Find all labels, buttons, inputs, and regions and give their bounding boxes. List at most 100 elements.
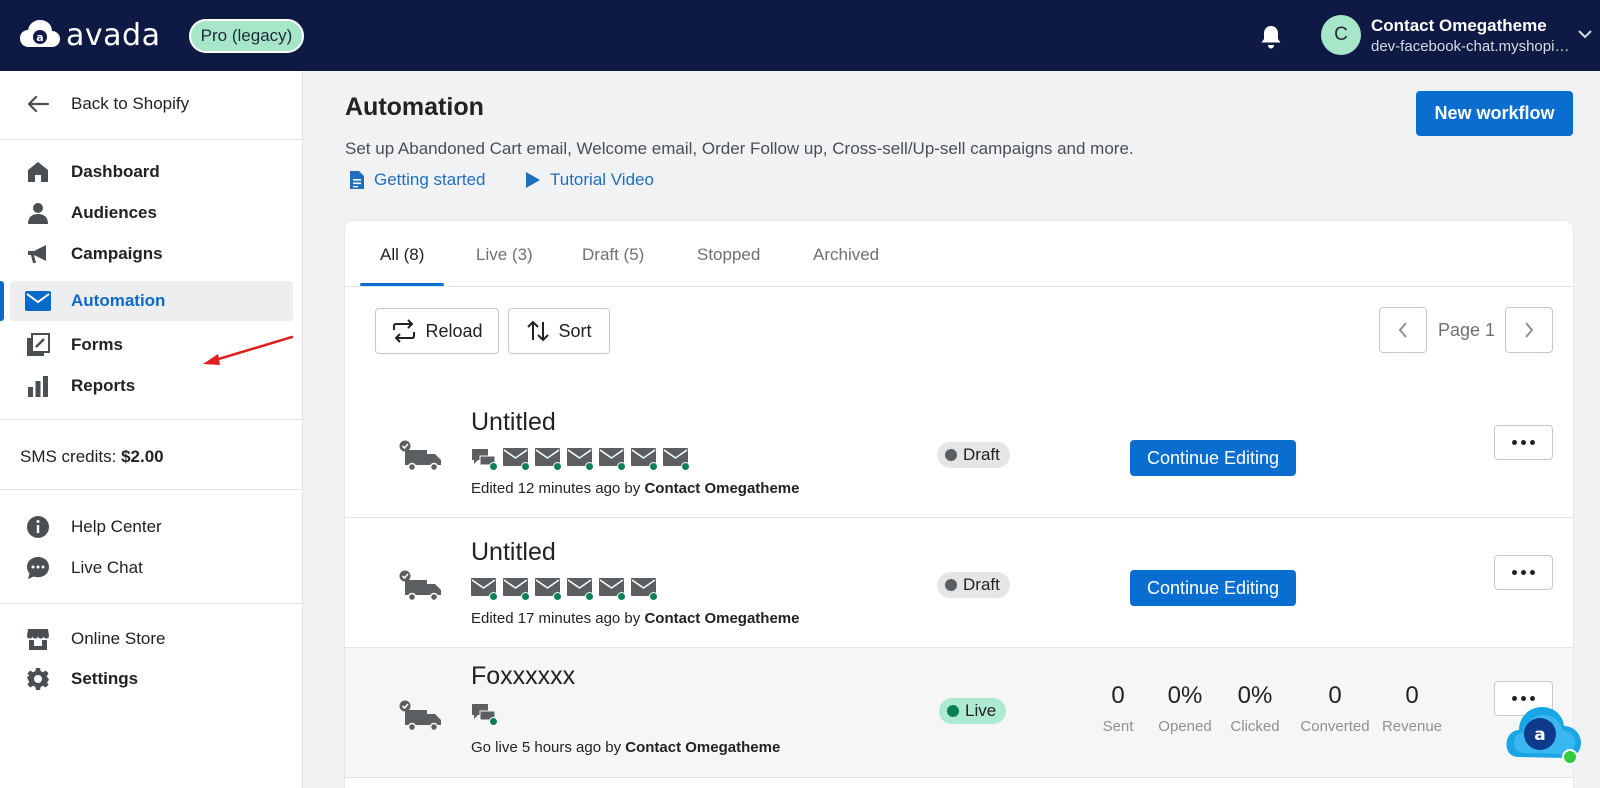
workflow-steps [471, 703, 498, 726]
forms-icon [25, 332, 51, 358]
mail-icon [25, 288, 51, 314]
page-subtitle: Set up Abandoned Cart email, Welcome ema… [345, 139, 1134, 158]
chevron-right-icon [1525, 322, 1534, 338]
avada-logo[interactable]: a avada [20, 16, 160, 54]
email-step-icon [567, 578, 594, 601]
draft-status-icon [945, 449, 957, 461]
getting-started-link[interactable]: Getting started [349, 170, 486, 190]
status-badge: Live [939, 698, 1007, 724]
email-step-icon [471, 578, 498, 601]
truck-icon [399, 440, 441, 472]
active-tab-underline [360, 283, 444, 286]
user-shop-domain: dev-facebook-chat.myshopify.com [1371, 38, 1571, 55]
previous-page-button[interactable] [1379, 307, 1427, 353]
tab-archived[interactable]: Archived [813, 245, 879, 265]
sidebar-item-audiences[interactable]: Audiences [0, 193, 303, 233]
tab-draft[interactable]: Draft (5) [582, 245, 644, 265]
meta-text: Edited 17 minutes ago by [471, 610, 641, 627]
sms-step-icon [471, 703, 498, 726]
workflow-meta: Go live 5 hours ago by Contact Omegathem… [471, 739, 780, 756]
chevron-down-icon[interactable] [1578, 29, 1592, 39]
stat-label: Converted [1300, 718, 1370, 735]
gear-icon [25, 666, 51, 692]
sidebar-item-live-chat[interactable]: Live Chat [0, 548, 303, 588]
email-step-icon [567, 448, 594, 471]
user-name[interactable]: Contact Omegatheme [1371, 16, 1547, 36]
getting-started-label: Getting started [374, 170, 486, 189]
workflow-row[interactable]: Foxxxxxx Go live 5 hours ago by Contact … [345, 648, 1573, 778]
status-badge: Draft [937, 442, 1010, 468]
continue-editing-button[interactable]: Continue Editing [1130, 440, 1296, 476]
new-workflow-button[interactable]: New workflow [1416, 91, 1573, 136]
back-to-shopify-label: Back to Shopify [71, 94, 190, 113]
status-label: Draft [963, 445, 1000, 464]
annotation-arrow-icon [203, 335, 294, 365]
workflow-steps [471, 448, 690, 471]
truck-icon [399, 570, 441, 602]
tab-live[interactable]: Live (3) [476, 245, 533, 265]
stat-clicked: 0% Clicked [1220, 682, 1290, 735]
sidebar-item-label: Automation [71, 291, 166, 310]
top-bar: a avada Pro (legacy) C Contact Omegathem… [0, 0, 1600, 71]
sort-label: Sort [558, 320, 592, 341]
person-icon [25, 200, 51, 226]
sidebar-item-automation[interactable]: Automation [0, 281, 303, 321]
svg-text:a: a [36, 31, 43, 44]
sidebar: Back to Shopify Dashboard Audiences Camp… [0, 71, 303, 788]
plan-badge[interactable]: Pro (legacy) [189, 19, 304, 53]
workflow-title[interactable]: Untitled [471, 408, 556, 437]
sidebar-divider [0, 419, 303, 420]
user-avatar[interactable]: C [1321, 15, 1361, 55]
sidebar-item-help-center[interactable]: Help Center [0, 507, 303, 547]
sidebar-item-label: Help Center [71, 517, 162, 536]
workflow-title[interactable]: Untitled [471, 538, 556, 567]
tutorial-video-link[interactable]: Tutorial Video [525, 170, 654, 190]
refresh-icon [393, 319, 416, 343]
email-step-icon [631, 448, 658, 471]
logo-text: avada [66, 17, 161, 53]
sidebar-item-campaigns[interactable]: Campaigns [0, 234, 303, 274]
sidebar-divider [0, 139, 303, 140]
more-actions-button[interactable] [1494, 555, 1553, 590]
stat-value: 0% [1237, 682, 1273, 709]
bar-chart-icon [25, 373, 51, 399]
workflow-row[interactable]: Untitled Edited 12 minutes ago by Contac… [345, 388, 1573, 518]
stat-value: 0 [1405, 682, 1419, 709]
stat-opened: 0% Opened [1150, 682, 1220, 735]
sidebar-item-reports[interactable]: Reports [0, 366, 303, 406]
stat-value: 0% [1167, 682, 1203, 709]
email-step-icon [535, 448, 562, 471]
sidebar-item-online-store[interactable]: Online Store [0, 619, 303, 659]
chevron-left-icon [1398, 322, 1407, 338]
sidebar-item-label: Reports [71, 376, 136, 395]
tab-all[interactable]: All (8) [380, 245, 424, 265]
continue-editing-button[interactable]: Continue Editing [1130, 570, 1296, 606]
email-step-icon [599, 578, 626, 601]
stat-label: Clicked [1230, 718, 1280, 735]
reload-button[interactable]: Reload [375, 308, 499, 354]
tab-stopped[interactable]: Stopped [697, 245, 760, 265]
workflow-row[interactable]: Untitled Edited 17 minutes ago by Contac… [345, 518, 1573, 648]
truck-icon [399, 700, 441, 732]
meta-user: Contact Omegatheme [644, 610, 800, 627]
draft-status-icon [945, 579, 957, 591]
bell-icon[interactable] [1259, 24, 1283, 50]
email-step-icon [631, 578, 658, 601]
meta-text: Go live 5 hours ago by [471, 739, 622, 756]
stat-converted: 0 Converted [1290, 682, 1380, 735]
sidebar-item-dashboard[interactable]: Dashboard [0, 152, 303, 192]
workflow-title[interactable]: Foxxxxxx [471, 662, 575, 691]
next-page-button[interactable] [1505, 307, 1553, 353]
workflow-steps [471, 578, 658, 601]
live-status-icon [947, 705, 959, 717]
store-icon [25, 626, 51, 652]
sidebar-item-settings[interactable]: Settings [0, 659, 303, 699]
more-actions-button[interactable] [1494, 425, 1553, 460]
workflow-tabs: All (8) Live (3) Draft (5) Stopped Archi… [345, 221, 1573, 287]
back-to-shopify-link[interactable]: Back to Shopify [0, 84, 303, 124]
email-step-icon [599, 448, 626, 471]
chat-widget-icon[interactable]: a [1505, 697, 1583, 767]
sort-button[interactable]: Sort [508, 308, 610, 354]
page-title: Automation [345, 93, 484, 121]
email-step-icon [535, 578, 562, 601]
